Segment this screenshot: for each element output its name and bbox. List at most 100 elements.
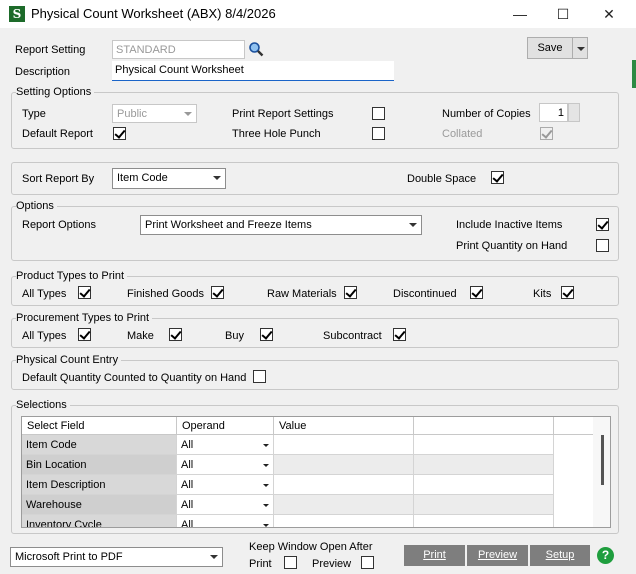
kits-label: Kits [533,288,552,300]
make-label: Make [127,330,154,342]
table-row[interactable]: Inventory Cycle All [22,515,592,527]
three-hole-punch-checkbox[interactable] [372,127,385,140]
double-space-label: Double Space [407,173,477,185]
keep-open-preview-checkbox[interactable] [361,556,374,569]
description-input[interactable]: Physical Count Worksheet [112,61,394,81]
print-report-settings-checkbox[interactable] [372,107,385,120]
chevron-down-icon[interactable] [263,524,269,527]
chevron-down-icon[interactable] [263,484,269,487]
grid-scrollbar[interactable] [593,417,610,527]
chevron-down-icon[interactable] [263,464,269,467]
value-cell-extra[interactable] [414,475,554,495]
select-field-cell[interactable]: Item Code [22,435,177,455]
column-header-operand[interactable]: Operand [177,417,274,435]
minimize-button[interactable]: — [497,0,543,28]
sort-report-by-select[interactable]: Item Code [112,168,226,189]
print-report-settings-label: Print Report Settings [232,108,334,120]
save-dropdown-button[interactable] [572,37,588,59]
select-field-cell[interactable]: Inventory Cycle [22,515,177,527]
report-setting-input[interactable]: STANDARD [112,40,245,59]
discontinued-checkbox[interactable] [470,286,483,299]
number-of-copies-input[interactable]: 1 [539,103,568,122]
select-field-cell[interactable]: Item Description [22,475,177,495]
procurement-all-types-label: All Types [22,330,67,342]
value-cell-extra[interactable] [414,495,554,515]
print-button[interactable]: Print [404,545,465,566]
value-cell[interactable] [274,435,414,455]
collated-label: Collated [442,128,483,140]
value-cell[interactable] [274,455,414,475]
default-qty-checkbox[interactable] [253,370,266,383]
raw-materials-checkbox[interactable] [344,286,357,299]
report-options-select[interactable]: Print Worksheet and Freeze Items [140,215,422,235]
operand-cell[interactable]: All [177,515,274,527]
save-button[interactable]: Save [527,37,573,59]
kits-checkbox[interactable] [561,286,574,299]
setup-button[interactable]: Setup [530,545,590,566]
background-window-edge [632,60,636,88]
finished-goods-checkbox[interactable] [211,286,224,299]
three-hole-punch-label: Three Hole Punch [232,128,321,140]
operand-value: All [181,479,194,491]
procurement-all-types-checkbox[interactable] [78,328,91,341]
product-all-types-checkbox[interactable] [78,286,91,299]
value-cell-extra[interactable] [414,435,554,455]
make-checkbox[interactable] [169,328,182,341]
help-icon[interactable]: ? [597,547,614,564]
value-cell-extra[interactable] [414,515,554,527]
table-row[interactable]: Item Description All [22,475,592,495]
chevron-down-icon[interactable] [263,504,269,507]
include-inactive-label: Include Inactive Items [456,219,563,231]
table-row[interactable]: Warehouse All [22,495,592,515]
operand-cell[interactable]: All [177,495,274,515]
chevron-down-icon[interactable] [263,444,269,447]
value-cell[interactable] [274,515,414,527]
report-options-value: Print Worksheet and Freeze Items [145,219,312,231]
preview-button[interactable]: Preview [467,545,528,566]
title-bar: S Physical Count Worksheet (ABX) 8/4/202… [0,0,636,28]
default-report-checkbox[interactable] [113,127,126,140]
value-cell-extra[interactable] [414,455,554,475]
type-select[interactable]: Public [112,104,197,123]
close-button[interactable]: ✕ [586,0,632,28]
double-space-checkbox[interactable] [491,171,504,184]
table-row[interactable]: Bin Location All [22,455,592,475]
operand-value: All [181,439,194,451]
print-qty-on-hand-checkbox[interactable] [596,239,609,252]
number-of-copies-label: Number of Copies [442,108,531,120]
sort-group [11,162,619,195]
chevron-down-icon [210,555,218,559]
column-header-value[interactable]: Value [274,417,414,435]
report-setting-label: Report Setting [15,44,86,56]
value-cell[interactable] [274,475,414,495]
collated-checkbox[interactable] [540,127,553,140]
copies-spinner[interactable] [568,103,580,122]
keep-open-print-label: Print [249,558,272,570]
column-header-select-field[interactable]: Select Field [22,417,177,435]
value-cell[interactable] [274,495,414,515]
type-select-value: Public [117,108,147,120]
select-field-cell[interactable]: Bin Location [22,455,177,475]
printer-select[interactable]: Microsoft Print to PDF [10,547,223,567]
chevron-down-icon [213,176,221,180]
type-label: Type [22,108,46,120]
chevron-down-icon [577,47,585,51]
subcontract-checkbox[interactable] [393,328,406,341]
search-icon[interactable] [248,41,264,57]
operand-cell[interactable]: All [177,475,274,495]
maximize-button[interactable]: ☐ [540,0,586,28]
scrollbar-thumb[interactable] [601,435,604,485]
keep-open-print-checkbox[interactable] [284,556,297,569]
operand-cell[interactable]: All [177,455,274,475]
procurement-types-title: Procurement Types to Print [16,311,153,325]
include-inactive-checkbox[interactable] [596,218,609,231]
raw-materials-label: Raw Materials [267,288,337,300]
operand-value: All [181,499,194,511]
column-header-empty[interactable] [414,417,554,435]
selections-grid[interactable]: Select Field Operand Value Item Code All… [21,416,611,528]
column-header-filler [554,417,594,435]
operand-cell[interactable]: All [177,435,274,455]
select-field-cell[interactable]: Warehouse [22,495,177,515]
buy-checkbox[interactable] [260,328,273,341]
table-row[interactable]: Item Code All [22,435,592,455]
